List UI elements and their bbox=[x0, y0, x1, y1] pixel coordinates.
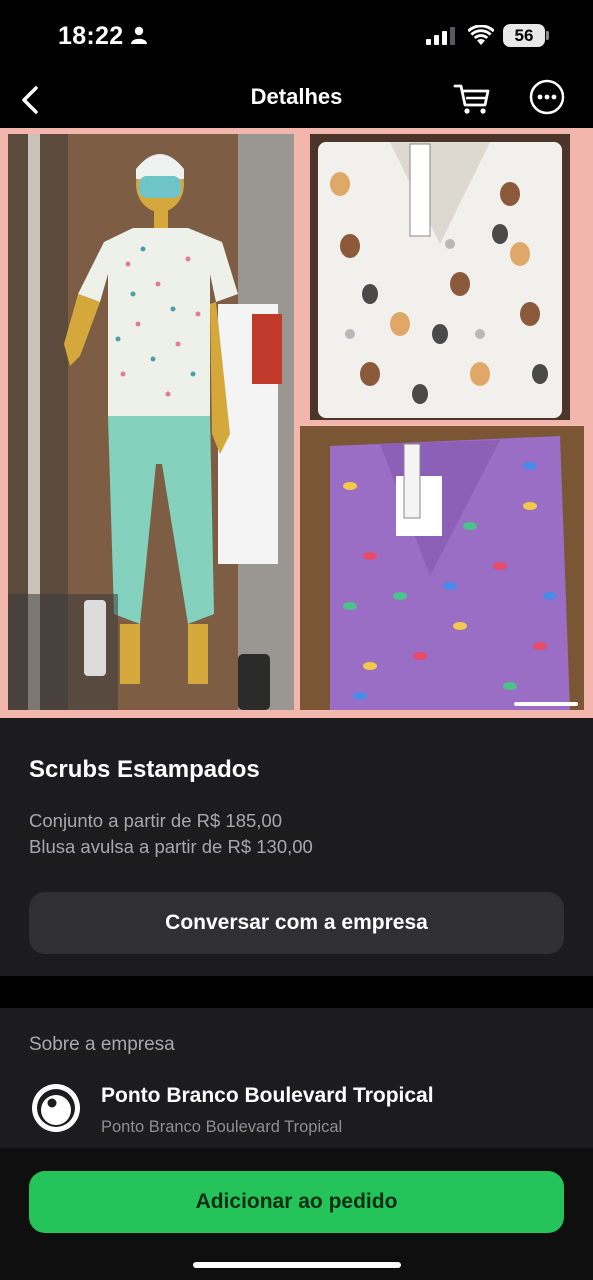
battery-cap bbox=[546, 31, 549, 40]
add-to-order-button[interactable]: Adicionar ao pedido bbox=[29, 1171, 564, 1233]
product-photo-purple-print[interactable] bbox=[300, 426, 584, 710]
chat-with-business-button[interactable]: Conversar com a empresa bbox=[29, 892, 564, 954]
signal-icon bbox=[426, 27, 455, 45]
product-gallery[interactable] bbox=[0, 128, 593, 718]
company-avatar[interactable] bbox=[31, 1083, 81, 1133]
person-icon bbox=[131, 26, 147, 44]
company-heading: Sobre a empresa bbox=[29, 1034, 175, 1055]
gallery-page-indicator bbox=[514, 702, 578, 706]
bottom-bar: Adicionar ao pedido bbox=[0, 1148, 593, 1280]
cart-icon[interactable] bbox=[452, 78, 492, 118]
company-name[interactable]: Ponto Branco Boulevard Tropical bbox=[101, 1084, 434, 1108]
product-price-set: Conjunto a partir de R$ 185,00 bbox=[29, 810, 283, 831]
home-indicator bbox=[193, 1262, 401, 1268]
product-info: Scrubs Estampados Conjunto a partir de R… bbox=[0, 718, 593, 976]
product-price-top: Blusa avulsa a partir de R$ 130,00 bbox=[29, 836, 313, 857]
wifi-icon bbox=[468, 25, 494, 45]
status-bar: 18:22 56 bbox=[0, 0, 593, 72]
product-title: Scrubs Estampados bbox=[29, 756, 260, 783]
more-options-icon[interactable] bbox=[528, 78, 566, 116]
product-photo-dog-print[interactable] bbox=[310, 134, 570, 420]
product-description: Conjunto a partir de R$ 185,00 Blusa avu… bbox=[29, 808, 313, 860]
status-time: 18:22 bbox=[58, 22, 124, 50]
company-subtitle: Ponto Branco Boulevard Tropical bbox=[101, 1118, 343, 1136]
nav-bar: Detalhes bbox=[0, 72, 593, 128]
product-photo-mannequin[interactable] bbox=[8, 134, 294, 710]
battery-icon: 56 bbox=[503, 24, 545, 47]
section-divider bbox=[0, 976, 593, 1008]
page-title: Detalhes bbox=[250, 84, 343, 109]
company-section: Sobre a empresa Ponto Branco Boulevard T… bbox=[0, 1008, 593, 1148]
